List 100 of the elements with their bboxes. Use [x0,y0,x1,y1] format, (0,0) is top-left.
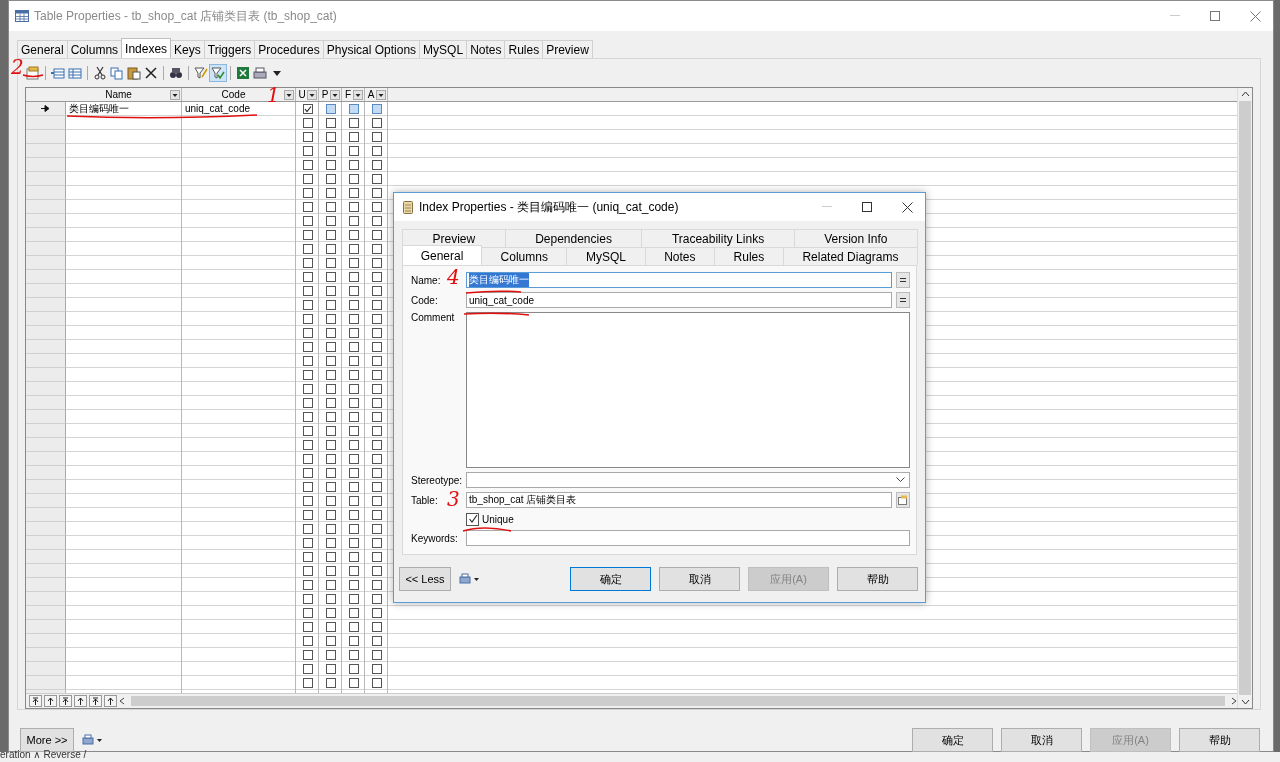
checkbox[interactable] [325,523,336,534]
checkbox[interactable] [348,187,359,198]
checkbox[interactable] [302,593,313,604]
checkbox[interactable] [371,215,382,226]
checkbox[interactable] [302,649,313,660]
checkbox[interactable] [302,439,313,450]
checkbox[interactable] [371,117,382,128]
horizontal-scrollbar[interactable] [26,693,1237,708]
maximize-icon[interactable] [862,202,872,212]
checkbox[interactable] [325,607,336,618]
checkbox[interactable] [325,677,336,688]
checkbox[interactable] [371,369,382,380]
checkbox[interactable] [302,425,313,436]
checkbox-label[interactable]: Unique [482,513,514,525]
tab[interactable]: MySQL [566,247,646,265]
checkbox[interactable] [348,425,359,436]
table-cell[interactable]: 类目编码唯一 [66,101,182,116]
scrollbar-thumb[interactable] [131,696,1225,706]
checkbox[interactable] [348,327,359,338]
checkbox[interactable] [371,439,382,450]
checkbox[interactable] [371,201,382,212]
checkbox[interactable] [348,397,359,408]
checkbox[interactable] [302,313,313,324]
name-field[interactable]: 类目编码唯一 [466,272,892,288]
checkbox[interactable] [325,439,336,450]
dropdown-caret-icon[interactable] [170,89,180,100]
checkbox[interactable] [348,579,359,590]
checkbox[interactable] [348,313,359,324]
properties-icon[interactable] [25,64,41,81]
checkbox[interactable] [325,117,336,128]
tab[interactable]: Keys [170,40,205,58]
printer-dropdown-icon[interactable] [459,573,479,585]
printer-dropdown-icon[interactable] [82,734,102,746]
checkbox[interactable] [325,495,336,506]
tab[interactable]: Preview [542,40,593,58]
checkbox[interactable] [348,635,359,646]
dialog-button[interactable]: 确定 [912,728,993,752]
checkbox[interactable] [325,467,336,478]
dropdown-caret-icon[interactable] [284,89,294,100]
checkbox[interactable] [348,215,359,226]
checkbox[interactable] [325,565,336,576]
checkbox[interactable] [371,145,382,156]
dropdown-caret-icon[interactable] [330,89,340,100]
checkbox[interactable] [348,173,359,184]
checkbox[interactable] [371,677,382,688]
checkbox[interactable] [302,397,313,408]
checkbox[interactable] [371,187,382,198]
column-header[interactable]: Name [66,87,182,101]
unique-checkbox[interactable] [466,512,479,526]
checkbox[interactable] [302,537,313,548]
checkbox[interactable] [371,565,382,576]
keywords-field[interactable] [466,530,910,546]
checkbox[interactable] [348,369,359,380]
checkbox[interactable] [371,621,382,632]
equals-button[interactable] [896,292,910,308]
checkbox[interactable] [371,313,382,324]
checkbox[interactable] [325,453,336,464]
checkbox[interactable] [348,481,359,492]
checkbox[interactable] [348,649,359,660]
comment-field[interactable] [466,312,910,468]
checkbox[interactable] [302,383,313,394]
checkbox[interactable] [348,229,359,240]
checkbox[interactable] [325,257,336,268]
checkbox[interactable] [302,159,313,170]
checkbox[interactable] [325,649,336,660]
dialog-button[interactable]: 帮助 [837,567,918,591]
checkbox[interactable] [371,537,382,548]
checkbox[interactable] [302,663,313,674]
checkbox[interactable] [371,131,382,142]
checkbox[interactable] [302,103,313,114]
checkbox[interactable] [325,593,336,604]
checkbox[interactable] [371,523,382,534]
code-field[interactable]: uniq_cat_code [466,292,892,308]
checkbox[interactable] [325,383,336,394]
checkbox[interactable] [302,131,313,142]
checkbox[interactable] [371,481,382,492]
checkbox[interactable] [348,467,359,478]
checkbox[interactable] [348,355,359,366]
checkbox[interactable] [325,397,336,408]
checkbox[interactable] [348,495,359,506]
checkbox[interactable] [302,467,313,478]
tab[interactable]: Traceability Links [641,229,795,247]
checkbox[interactable] [348,593,359,604]
tab[interactable]: Triggers [203,40,256,58]
vertical-scrollbar[interactable] [1237,87,1252,708]
dialog-button[interactable]: 取消 [659,567,740,591]
checkbox[interactable] [371,285,382,296]
checkbox[interactable] [302,201,313,212]
tab[interactable]: General [402,245,482,265]
row-navigation-button[interactable] [74,695,87,707]
checkbox[interactable] [302,481,313,492]
dialog-button[interactable]: 取消 [1001,728,1082,752]
checkbox[interactable] [325,341,336,352]
checkbox[interactable] [371,383,382,394]
checkbox[interactable] [371,635,382,646]
checkbox[interactable] [302,173,313,184]
checkbox[interactable] [325,509,336,520]
checkbox[interactable] [371,509,382,520]
checkbox[interactable] [302,369,313,380]
checkbox[interactable] [371,355,382,366]
